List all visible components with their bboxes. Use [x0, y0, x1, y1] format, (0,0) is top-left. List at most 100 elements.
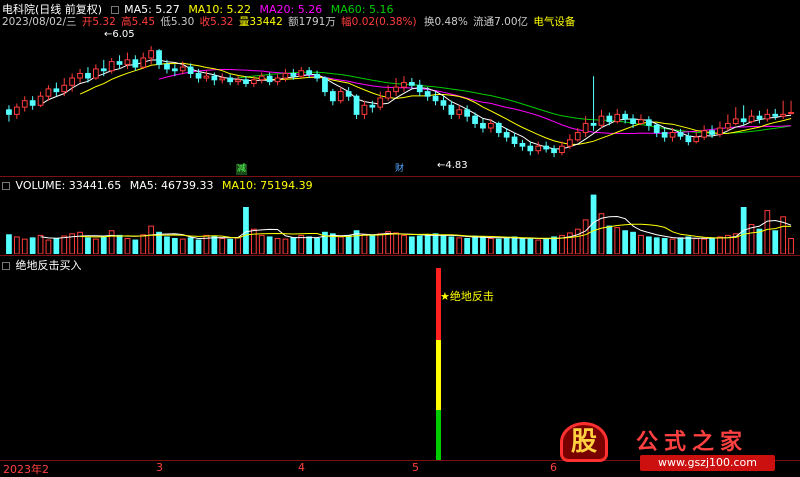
volume-bar [685, 236, 692, 254]
volume-bar [543, 238, 550, 254]
candle-body [480, 122, 486, 129]
x-axis-label: 4 [298, 461, 305, 474]
bar-date: 2023/08/02/三 [2, 16, 77, 28]
signal-label: 绝地反击 [449, 290, 494, 303]
candle-body [100, 68, 107, 72]
volume-value: VOLUME: 33441.65 [15, 179, 122, 192]
candle-body [266, 75, 273, 83]
candle-body [290, 72, 297, 77]
candle-body [203, 75, 210, 79]
candle-body [21, 100, 28, 108]
candle-body [250, 79, 257, 84]
candle-body [369, 104, 376, 108]
x-axis-label: 3 [156, 461, 163, 474]
volume-ma10: MA10: 75194.39 [221, 179, 313, 192]
candle-body [329, 91, 336, 102]
volume-bar [337, 236, 344, 254]
reduce-tag-text: 减 [236, 164, 246, 174]
volume-chart[interactable] [0, 192, 800, 254]
low-annotation: ←4.83 [437, 160, 468, 171]
volume-bar [432, 233, 439, 254]
volume-bar [29, 237, 36, 254]
volume-bar [764, 210, 771, 254]
candle-body [495, 122, 502, 134]
candle-body [456, 109, 463, 115]
candle-body [685, 135, 692, 143]
volume-bar [53, 238, 60, 254]
volume-bar [195, 239, 202, 254]
volume-bar [487, 238, 494, 254]
volume-bar [408, 236, 415, 254]
reduce-tag[interactable]: 减 [236, 164, 247, 175]
candle-body [337, 91, 344, 102]
candle-body [227, 77, 234, 83]
bar-close: 收5.32 [199, 16, 234, 28]
candle-body [416, 84, 423, 93]
finance-tag[interactable]: 财 [394, 164, 405, 175]
candle-body [393, 86, 399, 93]
candle-body [566, 139, 573, 147]
candle-body [37, 95, 44, 106]
high-annotation: ←6.05 [104, 29, 135, 40]
candle-body [424, 91, 431, 97]
candle-body [661, 132, 668, 138]
signal-bar-green [436, 410, 441, 460]
volume-bar [638, 234, 644, 254]
volume-bar [788, 238, 794, 254]
candle-body [6, 109, 12, 115]
volume-bar [164, 236, 170, 254]
candle-body [653, 124, 660, 134]
candle-body [535, 145, 542, 152]
finance-tag-text: 财 [394, 164, 404, 174]
volume-bar [677, 237, 684, 254]
candle-body [645, 119, 652, 126]
settings-square-icon[interactable] [110, 6, 119, 14]
candle-body [282, 72, 289, 79]
candle-body [361, 104, 368, 115]
volume-bar [582, 219, 589, 254]
watermark-logo-char: 股 [570, 427, 597, 457]
volume-bar [448, 236, 455, 254]
bar-amount: 额1791万 [288, 16, 336, 28]
candle-body [582, 122, 589, 134]
volume-bar [45, 239, 52, 254]
volume-bar [6, 234, 12, 254]
bar-high: 高5.45 [121, 16, 156, 28]
volume-bar [250, 228, 257, 254]
candle-body [45, 88, 52, 97]
settings-square-icon[interactable] [2, 182, 10, 190]
candle-body [677, 132, 684, 137]
volume-bar [693, 238, 700, 254]
price-chart[interactable] [0, 28, 800, 178]
candle-body [132, 59, 139, 68]
candle-body [669, 132, 676, 138]
candle-body [13, 106, 20, 115]
volume-bar [440, 234, 447, 254]
candle-body [187, 66, 194, 74]
candle-body [717, 127, 723, 135]
volume-bar [574, 228, 581, 254]
volume-bar [13, 236, 20, 254]
pane-divider-2[interactable] [0, 255, 800, 256]
volume-bar [717, 236, 723, 254]
volume-bar [377, 233, 384, 254]
candle-body [487, 122, 494, 129]
candle-body [764, 113, 771, 120]
volume-bar [527, 238, 534, 254]
bar-sector[interactable]: 电气设备 [533, 16, 575, 28]
volume-bar [709, 237, 715, 254]
pane-divider-1[interactable] [0, 176, 800, 177]
bar-volume: 量33442 [238, 16, 283, 28]
volume-bar [503, 237, 510, 254]
volume-bar [148, 225, 155, 254]
candle-body [527, 145, 534, 152]
candle-body [85, 72, 91, 79]
candle-body [164, 63, 170, 70]
candle-body [77, 72, 83, 79]
volume-bar [235, 237, 241, 254]
volume-bar [401, 234, 407, 254]
candle-body [543, 145, 550, 150]
volume-bar [290, 237, 297, 254]
candle-body [401, 82, 407, 88]
volume-bar [37, 234, 44, 254]
